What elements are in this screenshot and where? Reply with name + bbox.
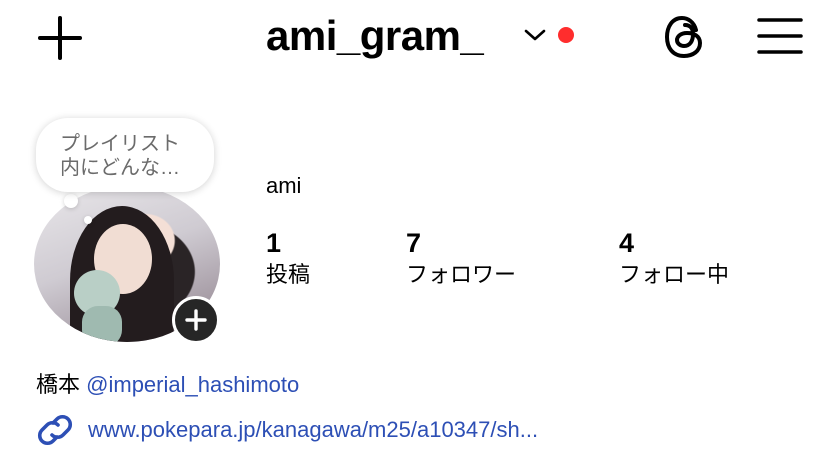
avatar-photo-toy-body <box>82 306 122 342</box>
note-bubble[interactable]: プレイリスト 内にどんな… <box>36 118 214 192</box>
stat-value: 4 <box>619 228 635 258</box>
account-switcher-button[interactable] <box>523 26 547 44</box>
stat-label: 投稿 <box>266 262 311 287</box>
stat-value: 7 <box>406 228 422 258</box>
stat-value: 1 <box>266 228 282 258</box>
notification-dot <box>558 27 574 43</box>
chevron-down-icon <box>524 29 546 41</box>
display-name: ami <box>266 173 302 198</box>
create-button[interactable] <box>36 14 84 62</box>
plus-icon <box>185 309 207 331</box>
add-story-button[interactable] <box>172 296 220 344</box>
hamburger-menu-icon <box>757 18 803 54</box>
note-bubble-tail-small <box>84 216 92 224</box>
menu-button[interactable] <box>756 14 804 58</box>
stat-label: フォロワー <box>406 262 517 287</box>
followers-count[interactable]: 7 フォロワー <box>406 226 516 290</box>
threads-icon <box>664 15 703 59</box>
bio-website-link[interactable]: www.pokepara.jp/kanagawa/m25/a10347/sh..… <box>36 414 538 446</box>
threads-button[interactable] <box>660 12 710 62</box>
stat-label: フォロー中 <box>619 262 730 287</box>
note-bubble-tail <box>64 194 78 208</box>
bio-mention-link[interactable]: @imperial_hashimoto <box>86 372 299 397</box>
note-line-1: プレイリスト <box>60 133 180 155</box>
bio-text: 橋本 @imperial_hashimoto <box>36 370 299 400</box>
plus-icon <box>38 16 82 60</box>
posts-count[interactable]: 1 投稿 <box>266 226 310 290</box>
bio-website-url: www.pokepara.jp/kanagawa/m25/a10347/sh..… <box>88 417 539 442</box>
note-line-2: 内にどんな… <box>60 157 180 179</box>
link-icon <box>37 414 73 446</box>
bio-prefix: 橋本 <box>36 372 81 397</box>
profile-username[interactable]: ami_gram_ <box>266 10 484 62</box>
following-count[interactable]: 4 フォロー中 <box>619 226 729 290</box>
